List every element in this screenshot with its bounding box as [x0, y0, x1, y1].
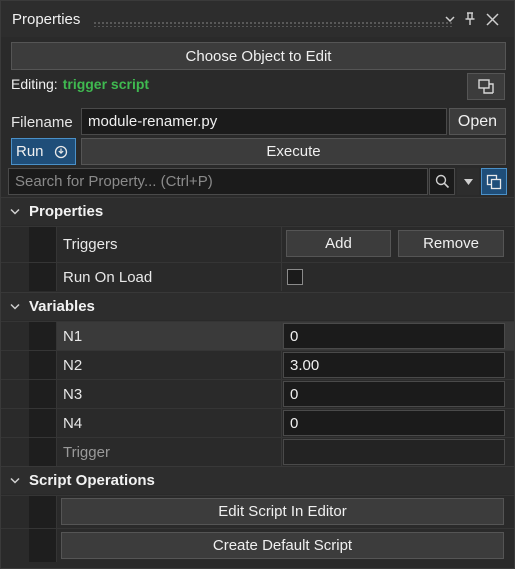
title-bar: Properties: [1, 1, 514, 37]
edit-script-button[interactable]: Edit Script In Editor: [61, 498, 504, 525]
copy-icon: [486, 174, 502, 189]
search-input[interactable]: Search for Property... (Ctrl+P): [8, 168, 428, 195]
variable-row-n4[interactable]: N4 0: [1, 408, 514, 437]
variable-row-trigger[interactable]: Trigger: [1, 437, 514, 466]
run-on-load-checkbox[interactable]: [287, 269, 303, 285]
close-icon[interactable]: [484, 10, 500, 28]
section-title: Variables: [29, 298, 95, 315]
editing-line: Editing: trigger script: [11, 75, 149, 93]
add-trigger-button[interactable]: Add: [286, 230, 391, 257]
create-default-script-button[interactable]: Create Default Script: [61, 532, 504, 559]
property-name: Triggers: [63, 236, 118, 253]
search-icon: [435, 174, 449, 189]
variable-row-n1[interactable]: N1 0: [1, 321, 514, 350]
chevron-down-icon[interactable]: [1, 303, 29, 310]
chevron-down-icon[interactable]: [1, 208, 29, 215]
script-op-row-create: Create Default Script: [1, 528, 514, 562]
filter-toggle-button[interactable]: [481, 168, 507, 195]
section-script-operations[interactable]: Script Operations: [1, 466, 514, 494]
section-variables[interactable]: Variables: [1, 292, 514, 320]
property-row-run-on-load: Run On Load: [1, 262, 514, 291]
variable-value-input[interactable]: 0: [283, 410, 505, 436]
editing-target: trigger script: [62, 76, 150, 92]
window-title: Properties: [12, 10, 81, 28]
variable-name: N4: [63, 414, 83, 432]
variable-name: Trigger: [63, 443, 110, 461]
section-title: Script Operations: [29, 472, 155, 489]
variable-row-n2[interactable]: N2 3.00: [1, 350, 514, 379]
filename-label: Filename: [11, 113, 73, 131]
hierarchy-icon: [478, 78, 494, 94]
variable-row-n3[interactable]: N3 0: [1, 379, 514, 408]
remove-trigger-button[interactable]: Remove: [398, 230, 504, 257]
variable-value-input[interactable]: 3.00: [283, 352, 505, 378]
chevron-down-icon[interactable]: [1, 477, 29, 484]
locate-object-button[interactable]: [467, 73, 505, 100]
variable-value-input[interactable]: [283, 439, 505, 465]
pin-icon[interactable]: [462, 10, 478, 28]
variable-value-input[interactable]: 0: [283, 323, 505, 349]
variable-value-input[interactable]: 0: [283, 381, 505, 407]
run-dropdown-button[interactable]: Run: [11, 138, 76, 165]
execute-button[interactable]: Execute: [81, 138, 506, 165]
clock-icon: [54, 145, 67, 158]
variable-name: N2: [63, 356, 83, 374]
variable-name: N3: [63, 385, 83, 403]
chevron-down-icon[interactable]: [442, 10, 458, 28]
property-row-triggers: Triggers Add Remove: [1, 226, 514, 262]
filename-input[interactable]: module-renamer.py: [81, 108, 447, 135]
run-label: Run: [16, 143, 44, 160]
properties-panel: Properties Choose Object to Edit Editing…: [0, 0, 515, 569]
open-button[interactable]: Open: [449, 108, 506, 135]
search-button[interactable]: [429, 168, 455, 195]
variable-name: N1: [63, 327, 83, 345]
caret-down-icon: [463, 178, 473, 185]
section-properties[interactable]: Properties: [1, 197, 514, 225]
section-title: Properties: [29, 203, 104, 220]
script-op-row-edit: Edit Script In Editor: [1, 495, 514, 528]
search-options-button[interactable]: [457, 168, 479, 195]
editing-label: Editing:: [11, 76, 58, 92]
property-name: Run On Load: [63, 268, 153, 286]
drag-grip[interactable]: [93, 21, 453, 27]
choose-object-button[interactable]: Choose Object to Edit: [11, 42, 506, 70]
